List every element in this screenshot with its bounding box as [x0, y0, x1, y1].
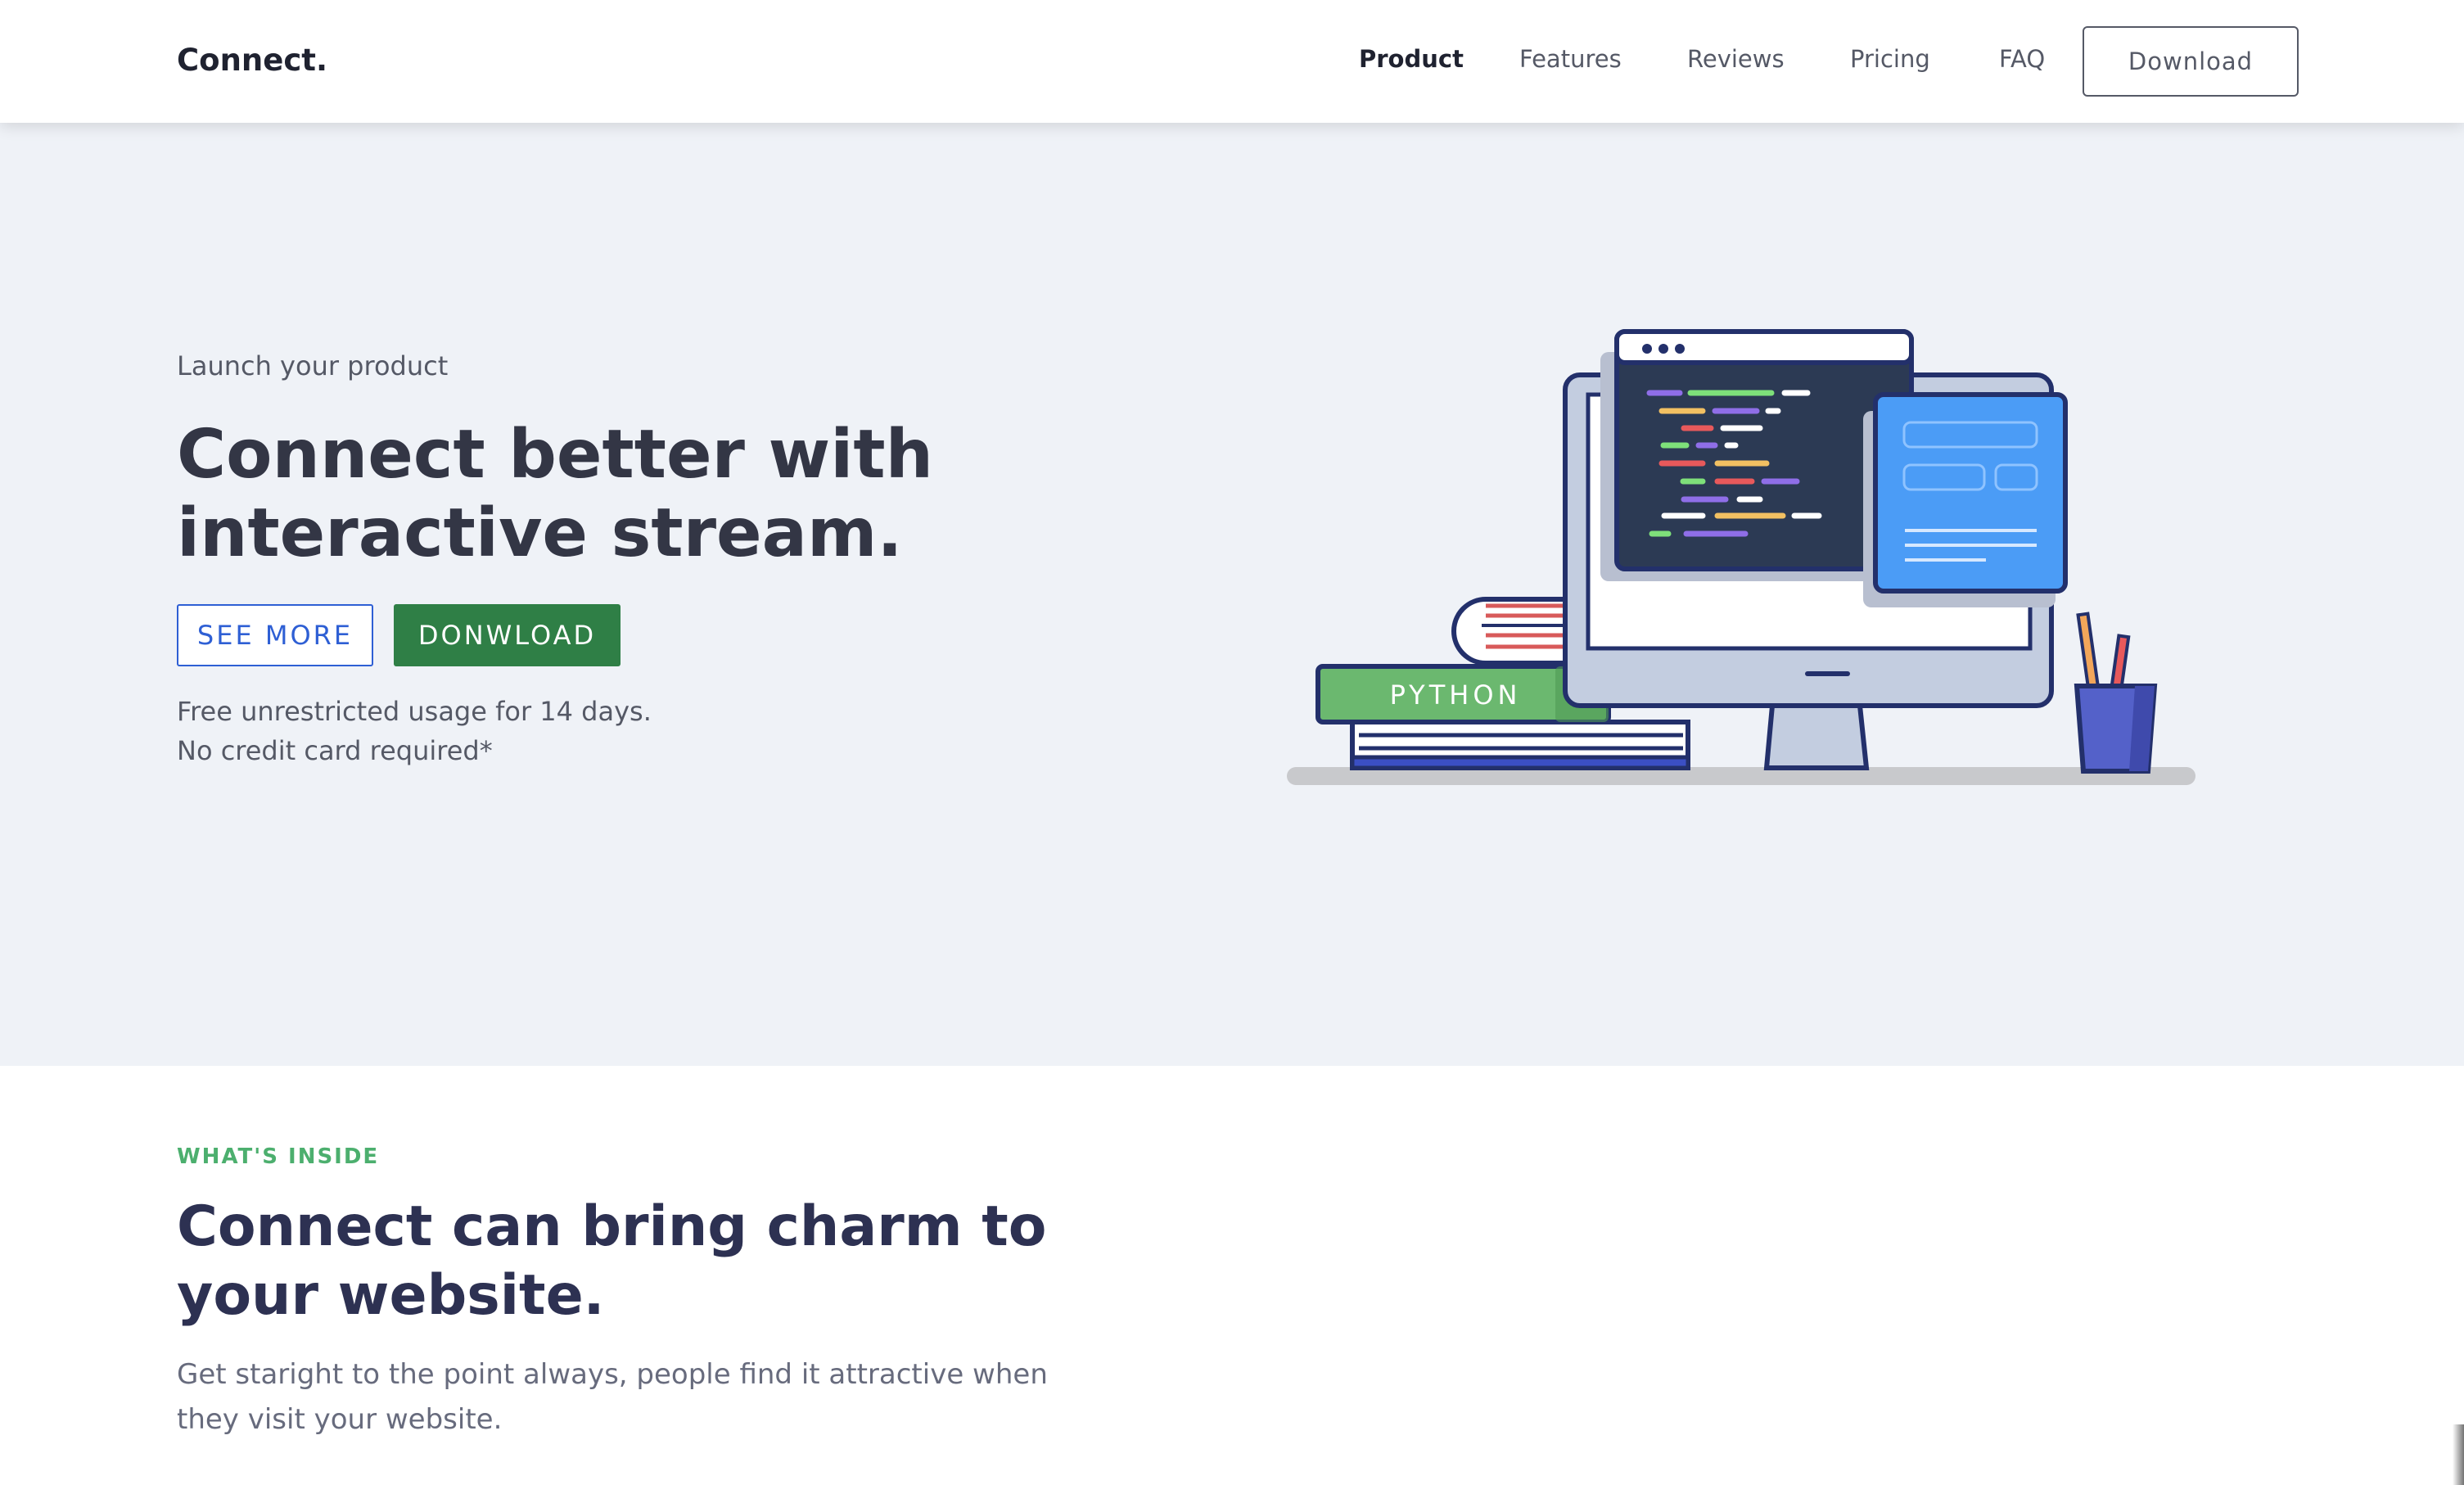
top-navbar: Connect. Product Features Reviews Pricin…	[0, 0, 2464, 123]
monitor-stand	[1763, 703, 1870, 770]
desktop-coding-illustration: PYTHON	[1287, 329, 2195, 785]
brand-logo[interactable]: Connect.	[177, 43, 327, 78]
nav-link-features[interactable]: Features	[1519, 45, 1622, 73]
ui-card	[1873, 392, 2068, 594]
section-eyebrow: WHAT'S INSIDE	[177, 1144, 380, 1169]
nav-link-reviews[interactable]: Reviews	[1687, 45, 1785, 73]
book-label: PYTHON	[1390, 679, 1522, 711]
window-edge-shadow	[2453, 1424, 2464, 1485]
nav-link-product[interactable]: Product	[1359, 45, 1464, 73]
hero-download-button[interactable]: DONWLOAD	[394, 604, 621, 666]
nav-link-pricing[interactable]: Pricing	[1850, 45, 1930, 73]
hero-eyebrow: Launch your product	[177, 350, 449, 381]
nav-download-button[interactable]: Download	[2083, 26, 2299, 97]
see-more-button[interactable]: SEE MORE	[177, 604, 373, 666]
hero-note-credit-card: No credit card required*	[177, 735, 493, 766]
hero-title: Connect better with interactive stream.	[177, 416, 933, 572]
nav-link-faq[interactable]: FAQ	[1999, 45, 2045, 73]
section-description: Get staright to the point always, people…	[177, 1358, 1048, 1436]
hero-note-trial: Free unrestricted usage for 14 days.	[177, 696, 652, 727]
pencil-cup	[2074, 612, 2158, 774]
section-title: Connect can bring charm to your website.	[177, 1194, 1047, 1328]
